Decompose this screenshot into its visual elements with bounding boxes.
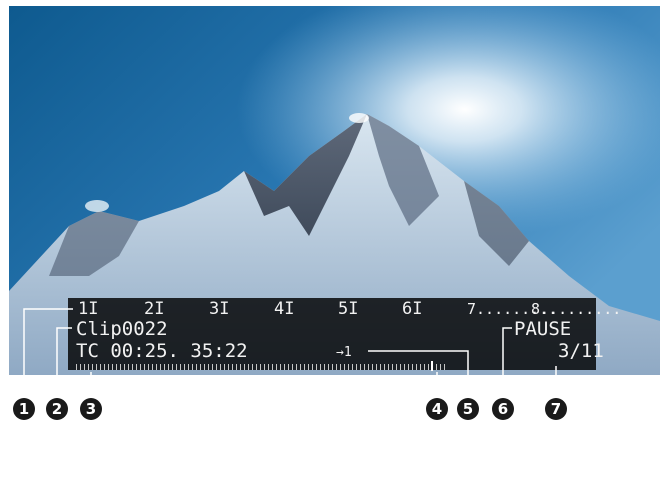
callout-7: 7 [545, 398, 567, 420]
callout-1: 1 [13, 398, 35, 420]
callout-5: 5 [457, 398, 479, 420]
callout-6: 6 [492, 398, 514, 420]
callout-4: 4 [426, 398, 448, 420]
callout-lines [23, 308, 557, 398]
callout-2: 2 [46, 398, 68, 420]
callout-3: 3 [80, 398, 102, 420]
